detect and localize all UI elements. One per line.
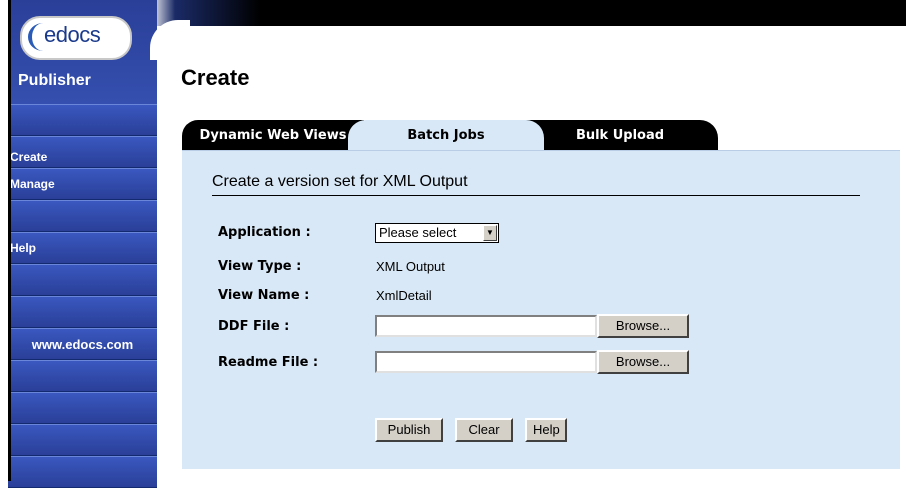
publish-button[interactable]: Publish [375, 418, 443, 442]
sidebar-item-help[interactable]: Help [8, 232, 157, 264]
sidebar-spacer [8, 296, 157, 328]
view-name-value: XmlDetail [376, 288, 432, 303]
readme-file-input[interactable] [375, 351, 597, 373]
sidebar-edge [8, 0, 11, 481]
help-button[interactable]: Help [525, 418, 567, 442]
sidebar-spacer [8, 200, 157, 232]
ddf-file-input[interactable] [375, 315, 597, 337]
sidebar-spacer [8, 392, 157, 424]
tab-bulk-upload[interactable]: Bulk Upload [522, 120, 718, 150]
sidebar-item-manage[interactable]: Manage [8, 168, 157, 200]
sidebar-header: edocs Publisher [8, 0, 157, 108]
ddf-browse-button[interactable]: Browse... [597, 314, 689, 338]
sidebar-nav: Create Manage Help www.edocs.com [8, 104, 157, 488]
view-type-value: XML Output [376, 259, 445, 274]
tab-dynamic-web-views[interactable]: Dynamic Web Views [182, 120, 364, 150]
sidebar-spacer [8, 360, 157, 392]
application-select-value: Please select [379, 225, 457, 240]
sidebar: edocs Publisher Create Manage Help www.e… [8, 0, 157, 488]
ddf-file-label: DDF File : [218, 319, 290, 334]
sidebar-spacer [8, 424, 157, 456]
tab-batch-jobs[interactable]: Batch Jobs [348, 120, 544, 150]
page-title: Create [181, 65, 250, 90]
sidebar-spacer [8, 104, 157, 136]
sidebar-spacer [8, 264, 157, 296]
edocs-logo[interactable]: edocs [20, 16, 132, 60]
application-label: Application : [218, 225, 311, 240]
form-panel: Create a version set for XML Output Appl… [182, 150, 900, 469]
sidebar-spacer [8, 456, 157, 488]
readme-browse-button[interactable]: Browse... [597, 350, 689, 374]
product-name: Publisher [18, 72, 91, 89]
sidebar-link-website[interactable]: www.edocs.com [8, 328, 157, 360]
section-title: Create a version set for XML Output [212, 173, 860, 196]
view-name-label: View Name : [218, 288, 310, 303]
chevron-down-icon[interactable]: ▼ [483, 225, 497, 241]
clear-button[interactable]: Clear [455, 418, 513, 442]
application-select[interactable]: Please select ▼ [375, 223, 499, 243]
sidebar-item-create[interactable]: Create [8, 136, 157, 168]
view-type-label: View Type : [218, 259, 302, 274]
tab-bar: Dynamic Web Views Bulk Upload Batch Jobs [182, 120, 722, 150]
logo-text: edocs [44, 22, 101, 47]
readme-file-label: Readme File : [218, 355, 319, 370]
